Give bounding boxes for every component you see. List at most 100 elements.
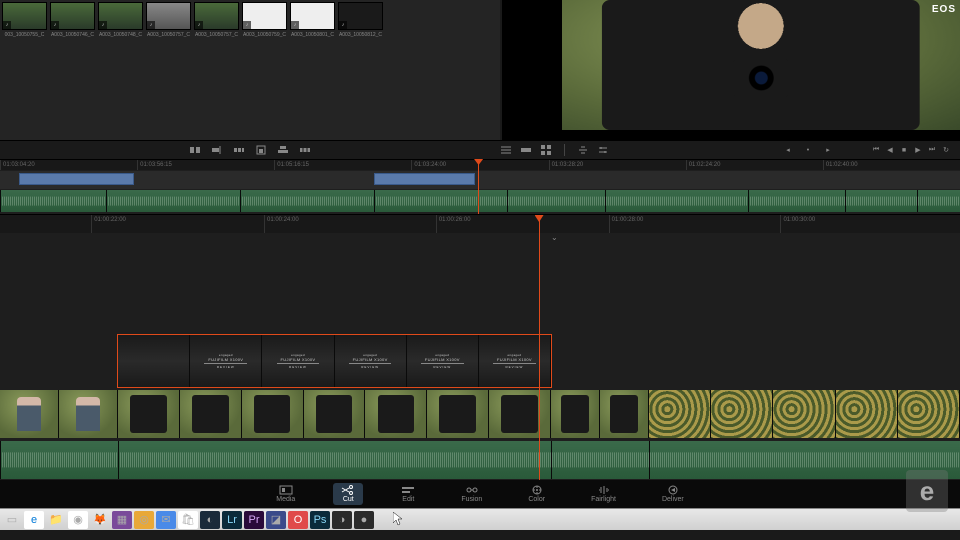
ripple-icon[interactable] — [233, 144, 245, 156]
options-icon[interactable] — [597, 144, 609, 156]
taskbar-edge[interactable]: e — [24, 511, 44, 529]
taskbar-obs[interactable]: ● — [354, 511, 374, 529]
go-start-icon[interactable]: ⏮ — [870, 144, 882, 156]
page-tab-label: Fusion — [461, 496, 482, 503]
media-clip[interactable]: ♪ A003_10050757_C — [146, 2, 191, 38]
jog-dot-icon[interactable]: • — [802, 144, 814, 156]
taskbar-app2[interactable]: ◎ — [134, 511, 154, 529]
eos-badge: EOS — [932, 4, 956, 15]
taskbar-premiere[interactable]: Pr — [244, 511, 264, 529]
page-tab-media[interactable]: Media — [268, 483, 303, 505]
timeline-clip-v1[interactable] — [649, 390, 960, 438]
media-clip[interactable]: ♪A003_10050748_C — [98, 2, 143, 38]
taskbar-opera[interactable]: O — [288, 511, 308, 529]
play-icon[interactable]: ▶ — [912, 144, 924, 156]
jog-prev-icon[interactable]: ◂ — [782, 144, 794, 156]
page-tab-deliver[interactable]: Deliver — [654, 483, 692, 505]
step-back-icon[interactable]: ◀ — [884, 144, 896, 156]
clip-thumbnail — [118, 390, 180, 438]
grid-view-icon[interactable] — [540, 144, 552, 156]
page-tab-label: Cut — [343, 496, 354, 503]
media-clip-label: A003_10050759_C — [242, 32, 287, 38]
closeup-icon[interactable] — [255, 144, 267, 156]
page-tab-fairlight[interactable]: Fairlight — [583, 483, 624, 505]
video-track-1[interactable] — [0, 390, 960, 438]
media-clip-label: 003_10050755_C — [2, 32, 47, 38]
audio-badge-icon: ♪ — [147, 21, 155, 29]
tools-icon[interactable] — [577, 144, 589, 156]
taskbar-resolve[interactable]: ◑ — [332, 511, 352, 529]
taskbar-app3[interactable]: ◪ — [266, 511, 286, 529]
edit-icon — [401, 485, 415, 495]
upper-timeline[interactable]: 01:03:04:2001:03:56:1501:05:16:1501:03:2… — [0, 160, 960, 215]
clip-thumbnail — [898, 390, 960, 438]
lower-timeline-ruler[interactable]: 01:00:22:0001:00:24:0001:00:26:0001:00:2… — [0, 215, 960, 233]
taskbar-mail[interactable]: ✉ — [156, 511, 176, 529]
taskbar-taskview[interactable]: ▭ — [2, 511, 22, 529]
media-clip[interactable]: ♪A003_10050801_C — [290, 2, 335, 38]
page-navigation: Media Cut Edit Fusion Color Fairlight Deliver — [0, 480, 960, 508]
source-overwrite-icon[interactable] — [299, 144, 311, 156]
lower-timeline[interactable]: 01:00:22:0001:00:24:0001:00:26:0001:00:2… — [0, 215, 960, 480]
upper-video-track[interactable] — [0, 171, 960, 189]
video-track-2[interactable]: engagedFUJIFILM X100VREVIEWengagedFUJIFI… — [0, 335, 960, 387]
ruler-tick: 01:00:24:00 — [264, 215, 299, 233]
lower-playhead[interactable] — [539, 215, 540, 480]
media-icon — [279, 485, 293, 495]
upper-playhead[interactable] — [478, 160, 479, 214]
taskbar-photoshop[interactable]: Ps — [310, 511, 330, 529]
media-clip-label: A003_10050757_C — [146, 32, 191, 38]
taskbar-lightroom[interactable]: Lr — [222, 511, 242, 529]
media-clip-label: A003_10050746_C — [50, 32, 95, 38]
media-clip-label: A003_10050757_C — [194, 32, 239, 38]
taskbar-explorer[interactable]: 📁 — [46, 511, 66, 529]
page-tab-cut[interactable]: Cut — [333, 483, 363, 505]
timeline-clip-v1[interactable] — [118, 390, 551, 438]
taskbar-steam[interactable]: ◐ — [200, 511, 220, 529]
timeline-clip[interactable] — [374, 173, 475, 185]
preview-viewer: EOS — [502, 0, 960, 140]
ruler-tick: 01:05:16:15 — [274, 160, 309, 170]
taskbar-firefox[interactable]: 🦊 — [90, 511, 110, 529]
clip-thumbnail: engagedFUJIFILM X100VREVIEW — [190, 335, 262, 387]
media-clip[interactable]: ♪A003_10050812_C — [338, 2, 383, 38]
ruler-tick: 01:03:56:15 — [137, 160, 172, 170]
clip-thumbnail — [242, 390, 304, 438]
loop-icon[interactable]: ↻ — [940, 144, 952, 156]
media-clip[interactable]: ♪ A003_10050757_C — [194, 2, 239, 38]
append-icon[interactable] — [211, 144, 223, 156]
place-on-top-icon[interactable] — [277, 144, 289, 156]
windows-taskbar: ▭e📁◉🦊▦◎✉🛍◐LrPr◪OPs◑● — [0, 508, 960, 530]
list-view-icon[interactable] — [500, 144, 512, 156]
ruler-tick: 01:02:24:20 — [686, 160, 721, 170]
media-clip-label: A003_10050812_C — [338, 32, 383, 38]
timeline-clip-v2[interactable]: engagedFUJIFILM X100VREVIEWengagedFUJIFI… — [118, 335, 551, 387]
media-clip[interactable]: ♪A003_10050746_C — [50, 2, 95, 38]
ruler-tick: 01:03:04:20 — [0, 160, 35, 170]
audio-badge-icon: ♪ — [195, 21, 203, 29]
timeline-clip-v1[interactable] — [0, 390, 118, 438]
clip-thumbnail — [551, 390, 600, 438]
chevron-down-icon: ⌄ — [551, 233, 559, 239]
timeline-clip[interactable] — [19, 173, 134, 185]
ruler-tick: 01:02:40:00 — [823, 160, 858, 170]
upper-audio-track[interactable] — [0, 190, 960, 212]
audio-track-1[interactable] — [0, 441, 960, 479]
go-end-icon[interactable]: ⏭ — [926, 144, 938, 156]
jog-next-icon[interactable]: ▸ — [822, 144, 834, 156]
smart-insert-icon[interactable] — [189, 144, 201, 156]
page-tab-fusion[interactable]: Fusion — [453, 483, 490, 505]
media-clip[interactable]: ♪003_10050755_C — [2, 2, 47, 38]
stop-icon[interactable]: ■ — [898, 144, 910, 156]
page-tab-color[interactable]: Color — [520, 483, 553, 505]
page-tab-edit[interactable]: Edit — [393, 483, 423, 505]
taskbar-store[interactable]: 🛍 — [178, 511, 198, 529]
audio-badge-icon: ♪ — [99, 21, 107, 29]
timeline-clip-v1[interactable] — [551, 390, 649, 438]
taskbar-chrome[interactable]: ◉ — [68, 511, 88, 529]
taskbar-app1[interactable]: ▦ — [112, 511, 132, 529]
page-tab-label: Color — [528, 496, 545, 503]
strip-view-icon[interactable] — [520, 144, 532, 156]
ruler-tick: 01:00:26:00 — [436, 215, 471, 233]
media-clip[interactable]: ♪A003_10050759_C — [242, 2, 287, 38]
